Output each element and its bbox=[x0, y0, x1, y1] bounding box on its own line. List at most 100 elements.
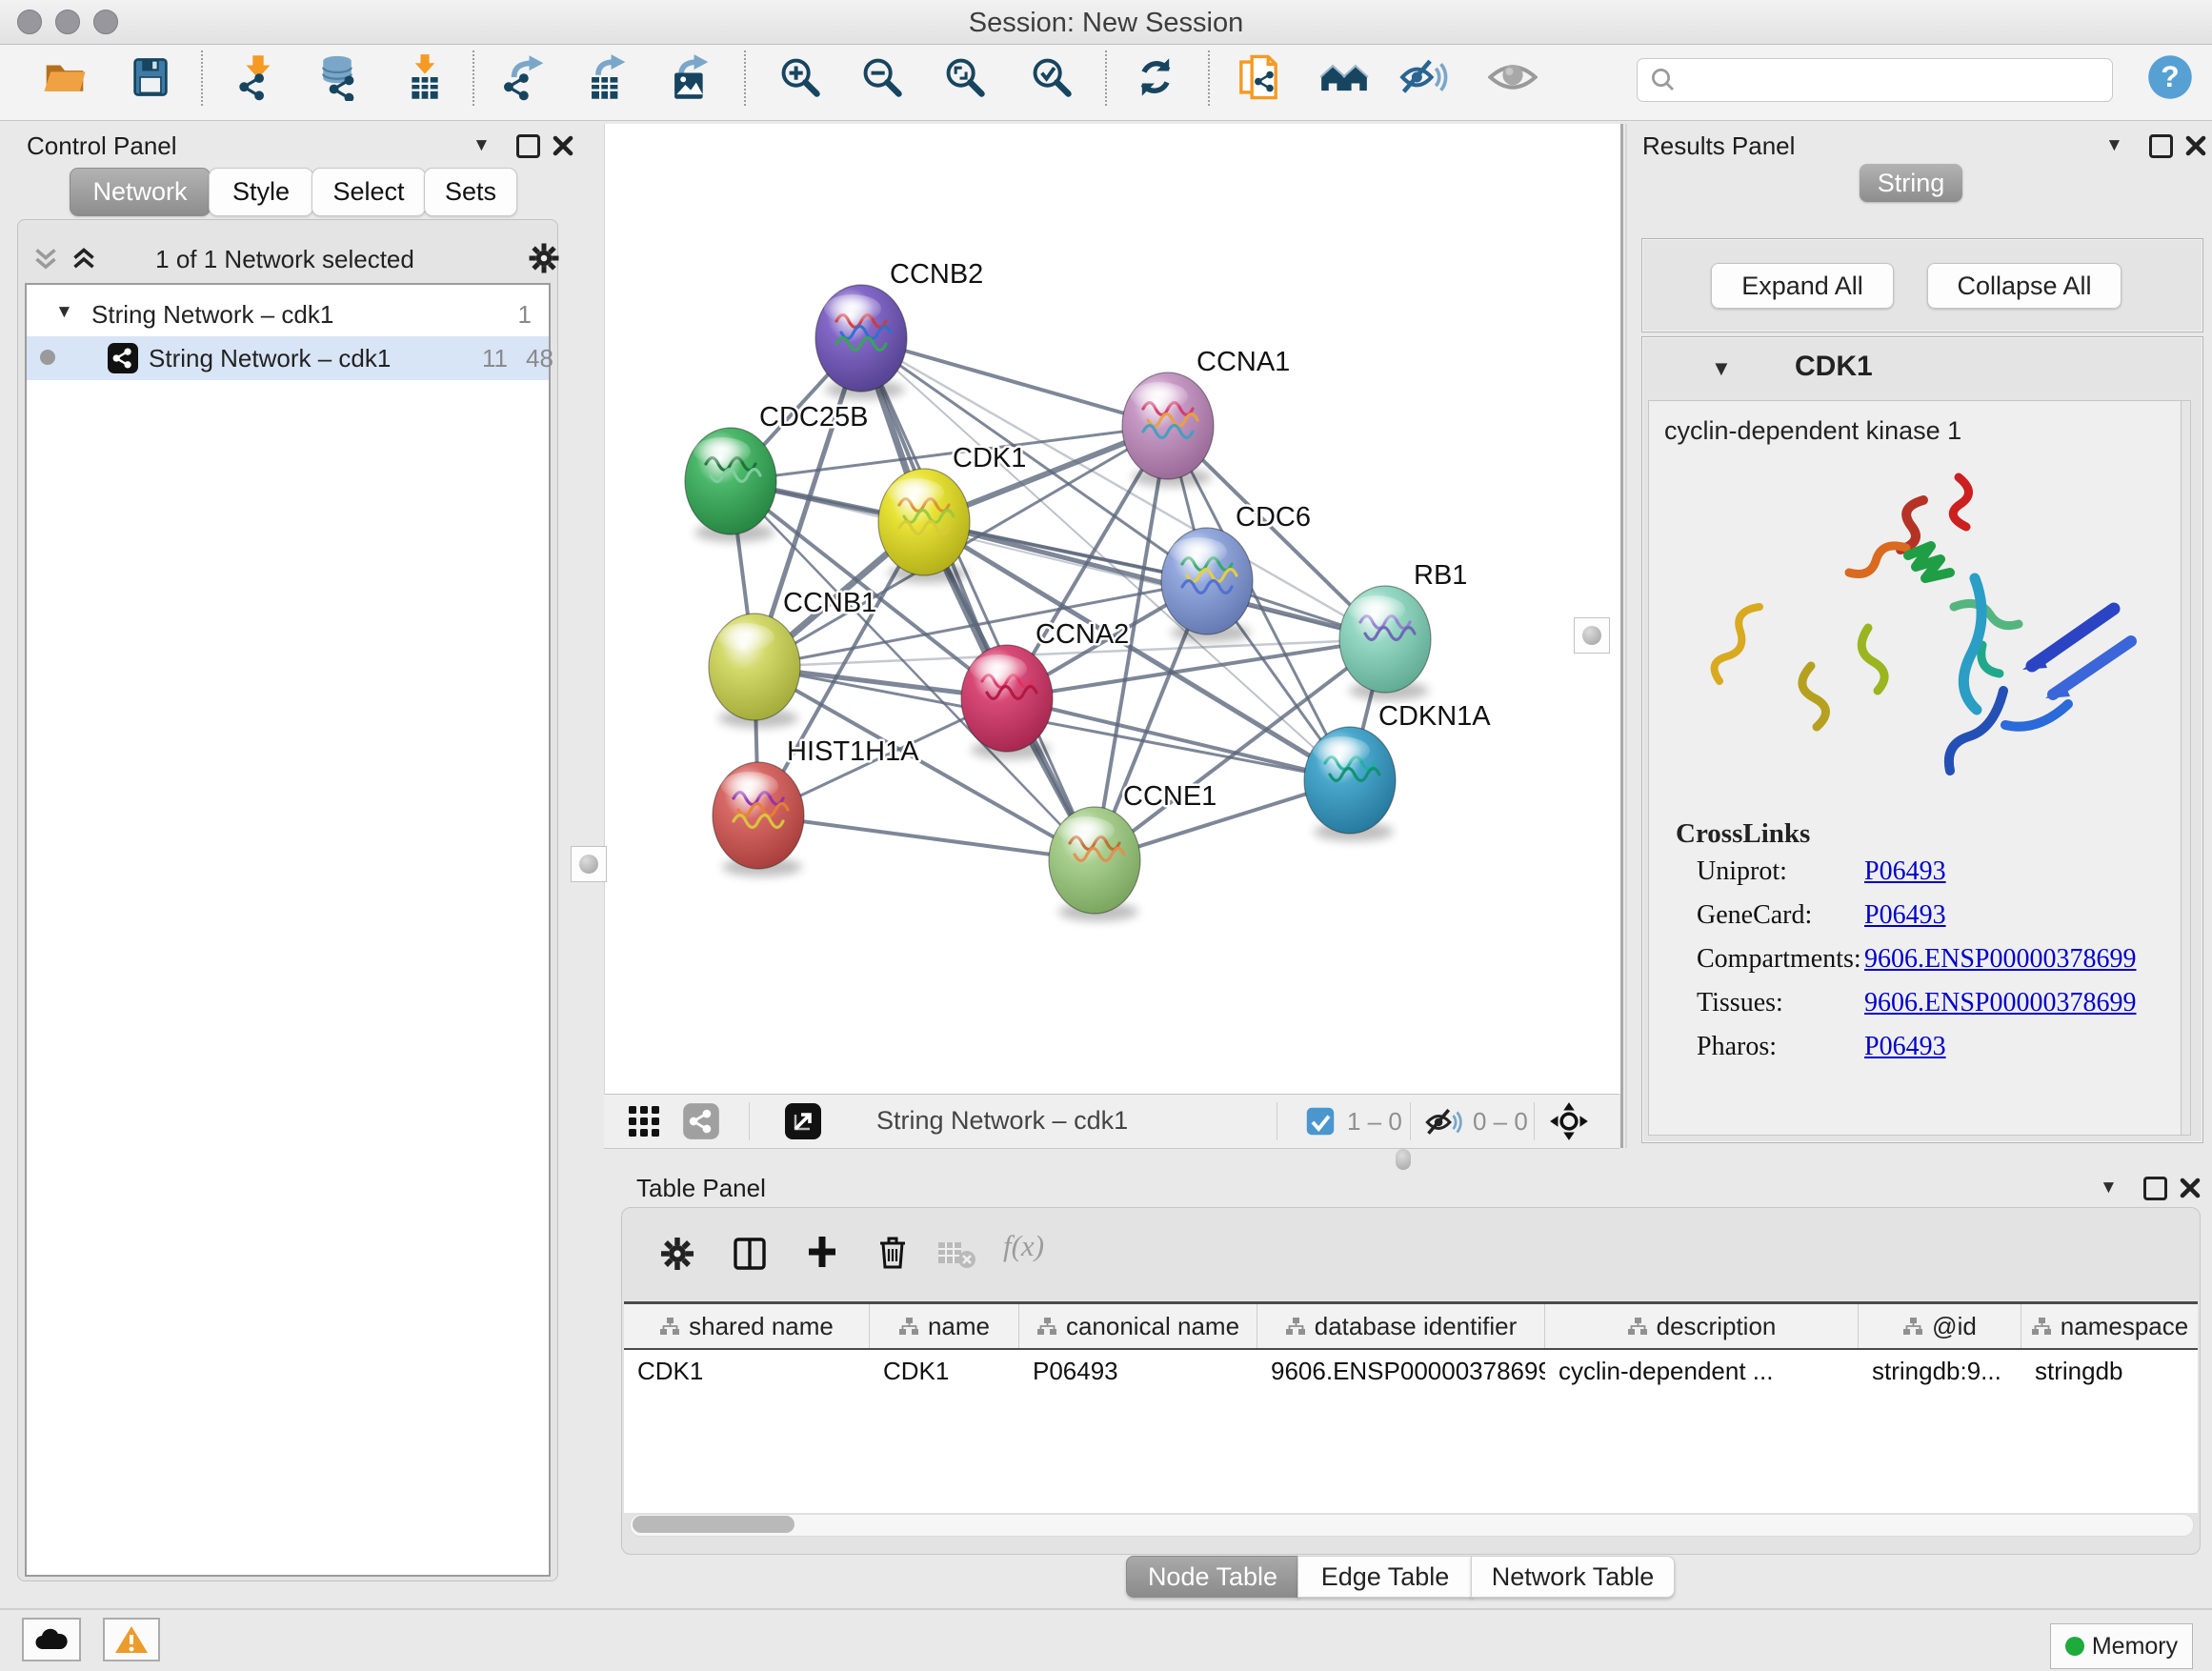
create-column-plus-icon[interactable] bbox=[801, 1231, 843, 1273]
delete-column-trash-icon[interactable] bbox=[872, 1231, 914, 1273]
column-header[interactable]: shared name bbox=[624, 1304, 870, 1348]
column-header[interactable]: namespace bbox=[2021, 1304, 2198, 1348]
zoom-fit-button[interactable] bbox=[938, 49, 992, 106]
birds-eye-grid-icon[interactable] bbox=[627, 1104, 661, 1138]
tab-style[interactable]: Style bbox=[209, 168, 313, 216]
string-home-button[interactable] bbox=[1317, 49, 1371, 106]
crosslink-compartments[interactable]: 9606.ENSP00000378699 bbox=[1864, 944, 2136, 975]
refresh-button[interactable] bbox=[1129, 49, 1182, 106]
import-database-button[interactable] bbox=[311, 49, 364, 106]
float-panel-icon[interactable] bbox=[2149, 134, 2173, 158]
open-in-browser-icon[interactable] bbox=[783, 1101, 823, 1141]
cell-description[interactable]: cyclin-dependent ... bbox=[1545, 1357, 1859, 1386]
results-button-box: Expand All Collapse All bbox=[1641, 238, 2203, 332]
tab-select[interactable]: Select bbox=[312, 168, 426, 216]
table-settings-gear-icon[interactable] bbox=[656, 1233, 698, 1275]
network-edge[interactable] bbox=[861, 338, 1095, 860]
close-panel-icon[interactable] bbox=[2178, 1176, 2202, 1200]
panel-menu-icon[interactable]: ▼ bbox=[473, 135, 491, 156]
show-columns-icon[interactable] bbox=[729, 1233, 771, 1275]
right-splitter-handle[interactable] bbox=[1574, 617, 1610, 654]
show-details-button[interactable] bbox=[1486, 49, 1539, 106]
crosslink-genecard[interactable]: P06493 bbox=[1864, 900, 1946, 931]
zoom-out-button[interactable] bbox=[855, 49, 909, 106]
crosslink-pharos[interactable]: P06493 bbox=[1864, 1032, 1946, 1062]
collapse-gene-icon[interactable]: ▼ bbox=[1711, 356, 1732, 381]
results-scrollbar[interactable] bbox=[2181, 401, 2190, 1135]
fit-content-crosshair-icon[interactable] bbox=[1547, 1099, 1591, 1143]
tab-edge-table[interactable]: Edge Table bbox=[1297, 1556, 1473, 1598]
tab-network-table[interactable]: Network Table bbox=[1471, 1556, 1675, 1598]
selected-checkbox-icon[interactable] bbox=[1305, 1106, 1336, 1137]
export-table-button[interactable] bbox=[580, 49, 633, 106]
gear-icon[interactable] bbox=[525, 239, 563, 277]
export-network-button[interactable] bbox=[498, 49, 552, 106]
cloud-status-button[interactable] bbox=[22, 1618, 81, 1661]
network-graph[interactable]: CCNB2CCNA1CDC25BCDK1CDC6RB1CCNB1CCNA2CDK… bbox=[605, 124, 1620, 1094]
column-header[interactable]: name bbox=[870, 1304, 1019, 1348]
warning-status-button[interactable] bbox=[103, 1618, 160, 1661]
table-header-row: shared name name canonical name database… bbox=[624, 1304, 2198, 1350]
column-header[interactable]: description bbox=[1545, 1304, 1859, 1348]
crosslink-uniprot[interactable]: P06493 bbox=[1864, 856, 1946, 887]
zoom-in-button[interactable] bbox=[774, 49, 827, 106]
crosslink-tissues[interactable]: 9606.ENSP00000378699 bbox=[1864, 988, 2136, 1018]
cloud-icon bbox=[33, 1626, 70, 1653]
zoom-selected-button[interactable] bbox=[1025, 49, 1078, 106]
panel-divider[interactable] bbox=[1620, 124, 1623, 1148]
export-network-icon bbox=[501, 53, 549, 101]
column-header[interactable]: @id bbox=[1859, 1304, 2021, 1348]
panel-menu-icon[interactable]: ▼ bbox=[2105, 135, 2123, 156]
scrollbar-thumb[interactable] bbox=[633, 1516, 794, 1533]
memory-button[interactable]: Memory bbox=[2050, 1623, 2193, 1669]
tab-string[interactable]: String bbox=[1860, 164, 1962, 202]
collapse-row-icon[interactable]: ▼ bbox=[55, 302, 73, 323]
string-badge-icon[interactable] bbox=[682, 1102, 720, 1140]
save-session-button[interactable] bbox=[124, 49, 177, 106]
collapse-all-button[interactable]: Collapse All bbox=[1927, 263, 2122, 309]
network-edge[interactable] bbox=[758, 815, 1095, 860]
column-header[interactable]: canonical name bbox=[1019, 1304, 1257, 1348]
expand-all-button[interactable]: Expand All bbox=[1711, 263, 1894, 309]
search-input[interactable] bbox=[1685, 66, 2112, 94]
cell-shared-name[interactable]: CDK1 bbox=[624, 1357, 870, 1386]
cell-database-identifier[interactable]: 9606.ENSP00000378699 bbox=[1257, 1357, 1545, 1386]
export-image-button[interactable] bbox=[663, 49, 716, 106]
collapse-all-icon[interactable] bbox=[31, 247, 60, 272]
clone-network-button[interactable] bbox=[1232, 49, 1285, 106]
tab-sets[interactable]: Sets bbox=[424, 168, 517, 216]
panel-menu-icon[interactable]: ▼ bbox=[2100, 1178, 2118, 1198]
network-edge[interactable] bbox=[861, 338, 1168, 426]
gene-details: cyclin-dependent kinase 1 CrossLinks Uni… bbox=[1648, 400, 2191, 1136]
separator bbox=[1410, 1102, 1411, 1140]
network-collection-row[interactable]: ▼ String Network – cdk1 1 bbox=[27, 294, 549, 336]
search-field[interactable] bbox=[1637, 58, 2113, 102]
left-splitter-handle[interactable] bbox=[571, 846, 607, 882]
node-label: CDKN1A bbox=[1378, 701, 1491, 732]
float-panel-icon[interactable] bbox=[516, 134, 540, 158]
tab-network[interactable]: Network bbox=[70, 168, 211, 216]
tab-node-table[interactable]: Node Table bbox=[1126, 1556, 1299, 1598]
hide-details-button[interactable] bbox=[1398, 49, 1451, 106]
open-file-button[interactable] bbox=[38, 49, 91, 106]
network-canvas[interactable]: CCNB2CCNA1CDC25BCDK1CDC6RB1CCNB1CCNA2CDK… bbox=[604, 124, 1620, 1094]
close-panel-icon[interactable] bbox=[551, 133, 575, 158]
toolbar-separator bbox=[744, 50, 746, 106]
horizontal-scrollbar[interactable] bbox=[630, 1514, 2194, 1537]
close-panel-icon[interactable] bbox=[2183, 133, 2208, 158]
help-button[interactable]: ? bbox=[2143, 49, 2197, 106]
float-panel-icon[interactable] bbox=[2143, 1177, 2167, 1200]
column-header[interactable]: database identifier bbox=[1257, 1304, 1545, 1348]
cell-namespace[interactable]: stringdb bbox=[2021, 1357, 2198, 1386]
cell-id[interactable]: stringdb:9... bbox=[1859, 1357, 2021, 1386]
expand-all-icon[interactable] bbox=[70, 247, 98, 272]
cell-canonical-name[interactable]: P06493 bbox=[1019, 1357, 1257, 1386]
open-folder-icon bbox=[41, 53, 89, 101]
horizontal-splitter-handle[interactable] bbox=[1396, 1149, 1411, 1170]
network-row-selected[interactable]: String Network – cdk1 11 48 bbox=[27, 336, 549, 380]
import-table-button[interactable] bbox=[398, 49, 452, 106]
hidden-eye-icon[interactable] bbox=[1425, 1106, 1463, 1138]
table-row[interactable]: CDK1 CDK1 P06493 9606.ENSP00000378699 cy… bbox=[624, 1350, 2198, 1392]
cell-name[interactable]: CDK1 bbox=[870, 1357, 1019, 1386]
import-network-button[interactable] bbox=[231, 49, 285, 106]
